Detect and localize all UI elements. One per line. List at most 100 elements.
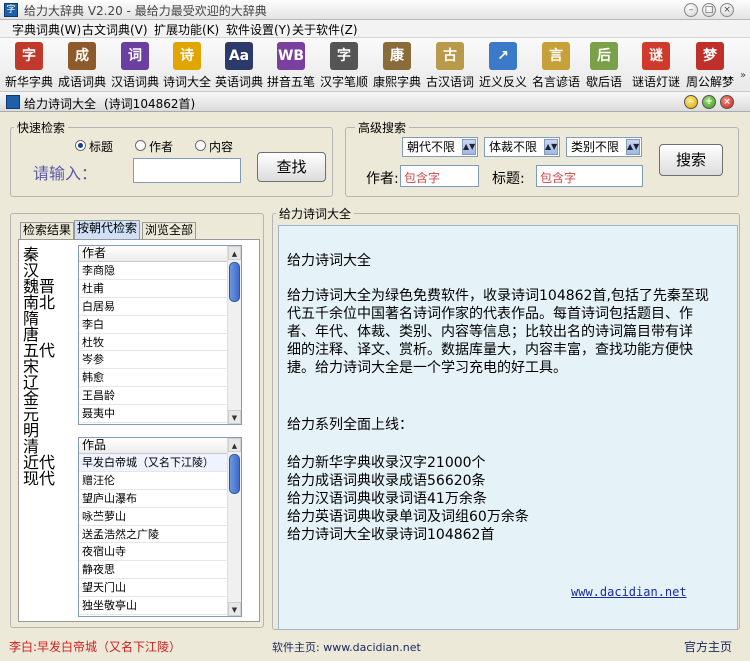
work-item[interactable]: 咏苎萝山 (79, 508, 241, 526)
work-item[interactable]: 夜宿山寺 (79, 543, 241, 562)
scroll-thumb[interactable] (229, 262, 240, 302)
maximize-icon[interactable]: □ (702, 3, 716, 17)
content-pane: 给力诗词大全 给力诗词大全为绿色免费软件，收录诗词104862首,包括了先秦至现… (278, 225, 738, 630)
chinese-dictionary-icon: 词 (121, 42, 149, 70)
close-icon[interactable]: × (720, 95, 734, 109)
author-input[interactable]: 包含字 (400, 165, 479, 187)
search-button[interactable]: 搜索 (659, 144, 723, 176)
title-bar: 字 给力大辞典 V2.20 - 最给力最受欢迎的大辞典 – □ × (0, 0, 750, 20)
official-homepage-link[interactable]: 官方主页 (684, 638, 732, 655)
poetry-window-icon (6, 95, 20, 109)
quick-search-legend: 快速检索 (14, 119, 69, 136)
tool-dream[interactable]: 梦周公解梦 (684, 40, 736, 90)
radio-title[interactable] (75, 140, 86, 151)
tool-kangxi[interactable]: 康康熙字典 (371, 40, 423, 90)
genre-select[interactable]: 体裁不限 ▲▼ (484, 137, 560, 157)
series-title: 给力系列全面上线： (287, 417, 413, 433)
toolbar: 字新华字典 成成语词典 词汉语词典 诗诗词大全 Aa 英语词典 WB 拼音五笔 字汉… (0, 38, 750, 92)
work-item[interactable]: 赠汪伦 (79, 472, 241, 490)
close-icon[interactable]: × (720, 3, 734, 17)
work-item[interactable]: 早发白帝城（又名下江陵） (79, 454, 241, 472)
author-item[interactable]: 杜牧 (79, 334, 241, 352)
radio-author-label: 作者 (149, 140, 174, 154)
author-item[interactable]: 韩愈 (79, 369, 241, 388)
dropdown-arrow-icon: ▲▼ (462, 139, 476, 155)
xiehouyu-icon: 后 (590, 42, 618, 70)
series-line: 给力新华字典收录汉字21000个 (287, 455, 486, 471)
find-button[interactable]: 查找 (257, 152, 326, 182)
menu-dictionary[interactable]: 字典词典(W) (12, 21, 81, 38)
tool-riddles[interactable]: 谜谜语灯谜 (630, 40, 682, 90)
dynasty-select[interactable]: 朝代不限 ▲▼ (402, 137, 478, 157)
toolbar-overflow-icon[interactable]: » (740, 70, 746, 81)
xinhua-dictionary-icon: 字 (15, 42, 43, 70)
author-list: 作者 李商隐 杜甫 白居易 李白 杜牧 岑参 韩愈 王昌龄 聂夷中 (78, 245, 242, 425)
quick-search-input[interactable] (133, 158, 241, 183)
content-paragraph-line: 捷。给力诗词大全是一个学习充电的好工具。 (287, 360, 567, 376)
tab-search-results[interactable]: 检索结果 (20, 222, 75, 239)
subwindow-title: 给力诗词大全 (24, 97, 97, 111)
tool-quotes[interactable]: 言名言谚语 (530, 40, 582, 90)
tab-by-dynasty[interactable]: 按朝代检索 (74, 220, 141, 239)
radio-content[interactable] (195, 140, 206, 151)
status-bar: 李白:早发白帝城（又名下江陵） 软件主页: www.dacidian.net 官… (0, 634, 750, 661)
author-item[interactable]: 王昌龄 (79, 387, 241, 406)
scroll-up-icon[interactable]: ▲ (228, 246, 241, 260)
work-item[interactable]: 送孟浩然之广陵 (79, 526, 241, 544)
works-scrollbar[interactable]: ▲ ▼ (227, 438, 241, 616)
author-item[interactable]: 杜甫 (79, 280, 241, 298)
menu-about[interactable]: 关于软件(Z) (292, 21, 358, 38)
work-item[interactable]: 独坐敬亭山 (79, 597, 241, 616)
tool-xinhua[interactable]: 字新华字典 (4, 40, 54, 90)
tool-poetry[interactable]: 诗诗词大全 (162, 40, 212, 90)
english-dictionary-icon: Aa (225, 42, 253, 70)
author-item[interactable]: 聂夷中 (79, 405, 241, 424)
category-select[interactable]: 类别不限 ▲▼ (566, 137, 642, 157)
author-item[interactable]: 岑参 (79, 351, 241, 370)
tool-stroke-order[interactable]: 字汉字笔顺 (318, 40, 370, 90)
tool-pinyin-wubi[interactable]: WB 拼音五笔 (266, 40, 316, 90)
radio-author[interactable] (135, 140, 146, 151)
dynasty-item[interactable]: 现代 (23, 471, 55, 487)
riddles-icon: 谜 (642, 42, 670, 70)
scroll-down-icon[interactable]: ▼ (228, 602, 241, 616)
series-line: 给力成语词典收录成语56620条 (287, 473, 486, 489)
synonyms-icon: ↗ (489, 42, 517, 70)
title-input[interactable]: 包含字 (536, 165, 643, 187)
author-item[interactable]: 李商隐 (79, 262, 241, 280)
scroll-thumb[interactable] (229, 454, 240, 494)
tab-browse-all[interactable]: 浏览全部 (142, 222, 197, 239)
content-paragraph-line: 给力诗词大全为绿色免费软件，收录诗词104862首,包括了先秦至现 (287, 288, 709, 304)
tool-classical-chinese[interactable]: 古古汉语词 (424, 40, 476, 90)
work-item[interactable]: 望天门山 (79, 579, 241, 598)
radio-title-label: 标题 (89, 140, 114, 154)
tool-chinese[interactable]: 词汉语词典 (109, 40, 161, 90)
minimize-icon[interactable]: – (684, 95, 698, 109)
tool-synonyms[interactable]: ↗ 近义反义 (477, 40, 529, 90)
scroll-down-icon[interactable]: ▼ (228, 410, 241, 424)
works-list: 作品 早发白帝城（又名下江陵） 赠汪伦 望庐山瀑布 咏苎萝山 送孟浩然之广陵 夜… (78, 437, 242, 617)
author-item[interactable]: 白居易 (79, 298, 241, 316)
work-item[interactable]: 静夜思 (79, 561, 241, 580)
work-item[interactable]: 望庐山瀑布 (79, 490, 241, 508)
author-scrollbar[interactable]: ▲ ▼ (227, 246, 241, 424)
menu-settings[interactable]: 软件设置(Y) (226, 21, 291, 38)
tool-xiehouyu[interactable]: 后歇后语 (583, 40, 625, 90)
maximize-icon[interactable]: + (702, 95, 716, 109)
tool-idiom[interactable]: 成成语词典 (56, 40, 108, 90)
tool-english[interactable]: Aa 英语词典 (213, 40, 265, 90)
scroll-up-icon[interactable]: ▲ (228, 438, 241, 452)
dropdown-arrow-icon: ▲▼ (544, 139, 558, 155)
stroke-order-icon: 字 (330, 42, 358, 70)
content-legend: 给力诗词大全 (276, 205, 355, 222)
content-paragraph-line: 细的注释、译文、赏析。数据库量大，内容丰富，查找功能方便快 (287, 342, 693, 358)
minimize-icon[interactable]: – (684, 3, 698, 17)
current-poem-status: 李白:早发白帝城（又名下江陵） (9, 640, 182, 654)
author-item[interactable]: 李白 (79, 316, 241, 334)
menu-extensions[interactable]: 扩展功能(K) (154, 21, 219, 38)
classical-chinese-icon: 古 (436, 42, 464, 70)
menu-classical[interactable]: 古文词典(V) (82, 21, 148, 38)
website-link[interactable]: www.dacidian.net (571, 585, 687, 599)
series-line: 给力汉语词典收录词语41万余条 (287, 491, 487, 507)
homepage-status[interactable]: 软件主页: www.dacidian.net (272, 639, 421, 655)
